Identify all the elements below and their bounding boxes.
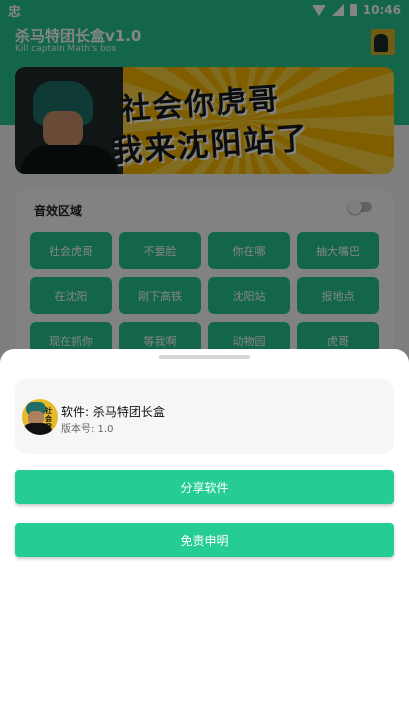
app-icon-text: 社会 我来: [45, 407, 52, 435]
app-version-label: 版本号: 1.0: [61, 424, 114, 435]
app-info-card: 社会 我来 软件: 杀马特团长盒 版本号: 1.0: [15, 379, 394, 454]
sheet-drag-handle[interactable]: [159, 355, 250, 359]
app-icon: 社会 我来: [22, 399, 58, 435]
about-bottom-sheet: 社会 我来 软件: 杀马特团长盒 版本号: 1.0 分享软件 免责申明: [0, 349, 409, 728]
share-app-button[interactable]: 分享软件: [15, 470, 394, 504]
app-name-label: 软件: 杀马特团长盒: [61, 405, 165, 419]
disclaimer-button[interactable]: 免责申明: [15, 523, 394, 557]
